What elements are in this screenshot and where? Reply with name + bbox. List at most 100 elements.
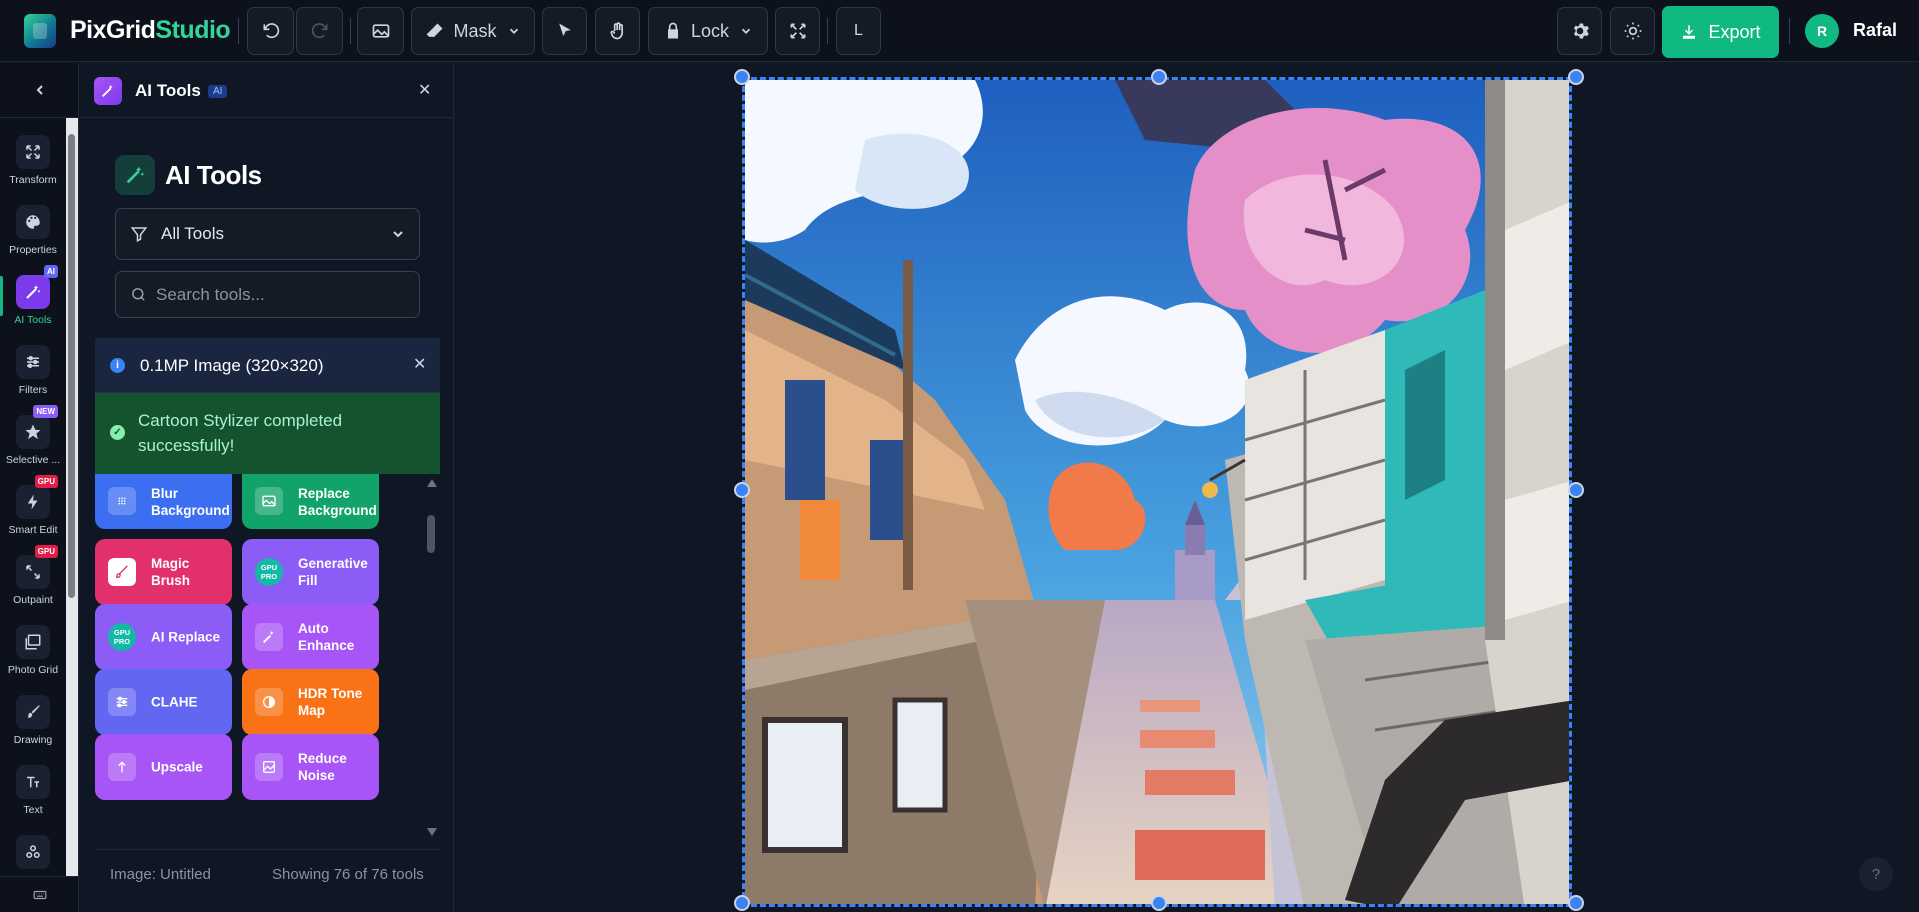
category-filter-dropdown[interactable]: All Tools — [115, 208, 420, 260]
tool-ai-replace[interactable]: GPU PRO AI Replace — [95, 604, 232, 670]
tool-grid: Blur Background Replace Background Magic… — [95, 474, 440, 843]
select-tool-button[interactable] — [542, 7, 587, 55]
tool-label: Magic Brush — [151, 556, 191, 588]
scroll-thumb[interactable] — [68, 134, 75, 598]
rail-label: Selective ... — [5, 454, 61, 466]
layers-button[interactable]: L — [836, 7, 881, 55]
bolt-icon — [16, 485, 50, 519]
scroll-thumb[interactable] — [427, 515, 435, 553]
image-icon — [372, 24, 389, 38]
help-button[interactable]: ? — [1859, 857, 1893, 891]
scroll-down-arrow[interactable] — [427, 828, 437, 836]
divider — [95, 849, 440, 850]
divider — [1789, 18, 1790, 44]
rail-item-more[interactable] — [0, 831, 66, 873]
lock-dropdown[interactable]: Lock — [648, 7, 768, 55]
rail-item-outpaint[interactable]: GPU Outpaint — [0, 545, 66, 617]
rail-item-filters[interactable]: Filters — [0, 341, 66, 407]
filter-icon — [130, 227, 148, 242]
theme-toggle-button[interactable] — [1610, 7, 1655, 55]
rail-label: Filters — [18, 384, 48, 396]
denoise-icon — [255, 753, 283, 781]
ai-badge: AI — [44, 265, 58, 278]
gpu-pro-badge: GPU PRO — [108, 623, 136, 651]
resize-handle[interactable] — [734, 482, 750, 498]
resize-handle[interactable] — [734, 69, 750, 85]
tool-clahe[interactable]: CLAHE — [95, 669, 232, 735]
rail-item-properties[interactable]: Properties — [0, 201, 66, 267]
contrast-icon — [255, 688, 283, 716]
settings-button[interactable] — [1557, 7, 1602, 55]
tool-grid-scrollbar[interactable] — [424, 479, 438, 839]
expand-icon — [16, 555, 50, 589]
export-button[interactable]: Export — [1662, 6, 1779, 58]
tool-label: Auto Enhance — [298, 621, 355, 653]
success-message: Cartoon Stylizer completed successfully! — [138, 411, 343, 455]
tool-upscale[interactable]: Upscale — [95, 734, 232, 800]
rail-label: AI Tools — [14, 314, 52, 326]
keyboard-icon — [33, 890, 46, 899]
check-circle-icon: ✓ — [110, 425, 125, 440]
keyboard-shortcuts-button[interactable] — [0, 876, 79, 912]
rail-item-drawing[interactable]: Drawing — [0, 691, 66, 757]
rail-item-transform[interactable]: Transform — [0, 131, 66, 197]
rail-label: Transform — [9, 174, 57, 186]
tool-label: Blur Background — [151, 485, 230, 518]
mask-dropdown[interactable]: Mask — [411, 7, 535, 55]
rail-scrollbar[interactable] — [66, 118, 78, 876]
lock-icon — [667, 22, 678, 39]
tool-blur-background[interactable]: Blur Background — [95, 474, 232, 529]
close-banner-button[interactable]: ✕ — [413, 354, 426, 374]
tool-rail: Transform Properties AI AI Tools Filters… — [0, 63, 79, 912]
move-icon — [16, 135, 50, 169]
panel-title: AI Tools — [165, 160, 262, 190]
resize-handle[interactable] — [1151, 69, 1167, 85]
close-panel-button[interactable]: ✕ — [418, 80, 431, 100]
undo-button[interactable] — [247, 7, 294, 55]
text-icon — [16, 765, 50, 799]
resize-handle[interactable] — [1151, 895, 1167, 911]
avatar[interactable]: R — [1805, 14, 1839, 48]
tool-replace-background[interactable]: Replace Background — [242, 474, 379, 529]
canvas-area[interactable]: ? — [455, 63, 1919, 912]
shapes-icon — [16, 835, 50, 869]
rail-item-smart-edit[interactable]: GPU Smart Edit — [0, 475, 66, 547]
redo-button[interactable] — [296, 7, 343, 55]
rail-item-text[interactable]: Text — [0, 761, 66, 827]
rail-item-selective[interactable]: NEW Selective ... — [0, 405, 66, 477]
collapse-rail-button[interactable] — [0, 63, 79, 118]
resize-handle[interactable] — [1568, 895, 1584, 911]
tool-hdr-tone-map[interactable]: HDR Tone Map — [242, 669, 379, 735]
magic-wand-icon — [94, 77, 122, 105]
upscale-icon — [108, 753, 136, 781]
sliders-icon — [16, 345, 50, 379]
tool-auto-enhance[interactable]: Auto Enhance — [242, 604, 379, 670]
brand-name: PixGrid — [70, 16, 156, 44]
resize-handle[interactable] — [734, 895, 750, 911]
user-name[interactable]: Rafal — [1853, 20, 1897, 41]
rail-item-ai-tools[interactable]: AI AI Tools — [0, 265, 66, 337]
scroll-up-arrow[interactable] — [427, 479, 437, 487]
fit-screen-icon — [790, 23, 805, 39]
panel-header: AI Tools AI ✕ — [80, 63, 454, 118]
tool-label: Reduce Noise — [298, 751, 347, 783]
rail-label: Drawing — [13, 734, 53, 746]
tool-reduce-noise[interactable]: Reduce Noise — [242, 734, 379, 800]
new-badge: NEW — [33, 405, 58, 418]
tool-generative-fill[interactable]: GPU PRO Generative Fill — [242, 539, 379, 605]
chevron-down-icon — [741, 28, 751, 34]
tool-magic-brush[interactable]: Magic Brush — [95, 539, 232, 605]
rail-item-photo-grid[interactable]: Photo Grid — [0, 621, 66, 687]
resize-handle[interactable] — [1568, 482, 1584, 498]
brush-icon — [16, 695, 50, 729]
canvas-image[interactable] — [742, 77, 1572, 907]
brand-accent: Studio — [155, 16, 231, 44]
image-button[interactable] — [357, 7, 404, 55]
divider — [350, 18, 351, 44]
search-icon — [132, 288, 145, 301]
resize-handle[interactable] — [1568, 69, 1584, 85]
tool-count-status: Showing 76 of 76 tools — [272, 866, 424, 883]
pan-tool-button[interactable] — [595, 7, 640, 55]
fit-screen-button[interactable] — [775, 7, 820, 55]
search-input[interactable] — [156, 282, 406, 308]
